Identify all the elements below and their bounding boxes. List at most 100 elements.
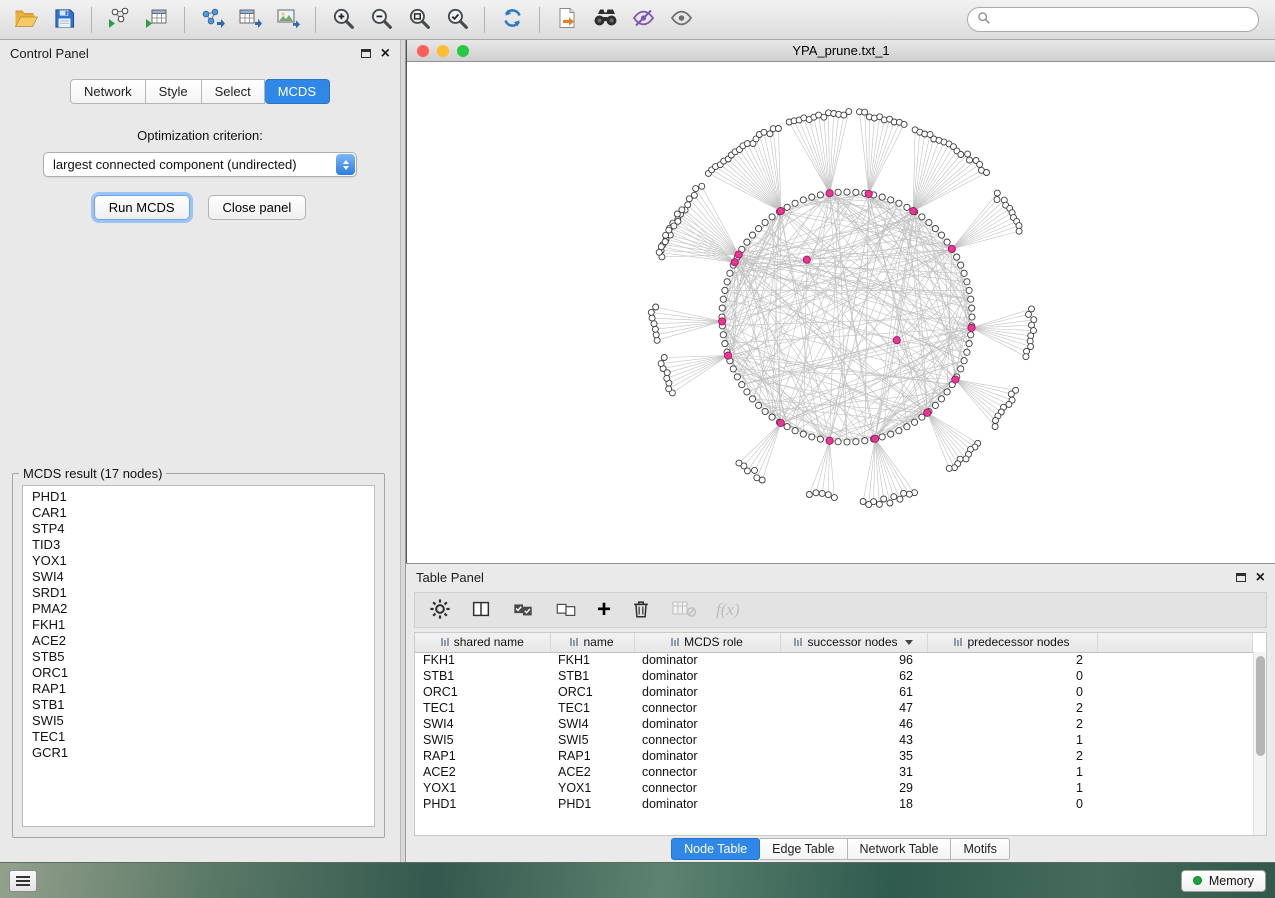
- network-node[interactable]: [904, 204, 910, 210]
- network-node[interactable]: [888, 431, 894, 437]
- network-node[interactable]: [727, 270, 733, 276]
- first-neighbors-button[interactable]: [587, 4, 623, 36]
- network-node[interactable]: [904, 424, 910, 430]
- search-box[interactable]: [967, 7, 1259, 32]
- scrollbar-thumb[interactable]: [1256, 656, 1265, 756]
- network-node[interactable]: [654, 337, 660, 343]
- network-node[interactable]: [749, 232, 755, 238]
- dominator-node[interactable]: [826, 437, 833, 444]
- network-node[interactable]: [860, 499, 866, 505]
- dominator-node[interactable]: [952, 376, 959, 383]
- column-menu-icon[interactable]: [954, 638, 962, 646]
- network-node[interactable]: [744, 239, 750, 245]
- network-node[interactable]: [964, 349, 970, 355]
- network-node[interactable]: [784, 424, 790, 430]
- network-node[interactable]: [661, 355, 667, 361]
- tab-motifs[interactable]: Motifs: [951, 838, 1009, 860]
- table-row[interactable]: STB1STB1dominator620: [415, 668, 1253, 684]
- table-row[interactable]: PHD1PHD1dominator180: [415, 796, 1253, 812]
- mcds-result-item[interactable]: STB5: [32, 649, 374, 665]
- cell-name[interactable]: YOX1: [550, 780, 634, 796]
- network-node[interactable]: [652, 326, 658, 332]
- cell-predecessors[interactable]: 1: [927, 780, 1097, 796]
- network-node[interactable]: [862, 109, 868, 115]
- cell-successors[interactable]: 43: [780, 732, 927, 748]
- cell-shared_name[interactable]: ACE2: [415, 764, 550, 780]
- network-node[interactable]: [966, 287, 972, 293]
- network-node[interactable]: [1026, 311, 1032, 317]
- network-node[interactable]: [825, 492, 831, 498]
- cell-predecessors[interactable]: 0: [927, 668, 1097, 684]
- export-image-button[interactable]: [270, 4, 306, 36]
- network-node[interactable]: [762, 219, 768, 225]
- window-minimize-icon[interactable]: [437, 45, 449, 57]
- cell-successors[interactable]: 96: [780, 652, 927, 668]
- network-node[interactable]: [800, 197, 806, 203]
- dominator-node[interactable]: [924, 409, 931, 416]
- network-node[interactable]: [1023, 354, 1029, 360]
- network-node[interactable]: [720, 296, 726, 302]
- mcds-result-item[interactable]: TEC1: [32, 729, 374, 745]
- column-header[interactable]: predecessor nodes: [927, 633, 1097, 652]
- network-node[interactable]: [844, 439, 850, 445]
- column-menu-icon[interactable]: [794, 638, 802, 646]
- tab-edge-table[interactable]: Edge Table: [760, 838, 847, 860]
- mcds-result-item[interactable]: STB1: [32, 697, 374, 713]
- network-node[interactable]: [775, 126, 781, 132]
- add-column-button[interactable]: +: [597, 600, 611, 620]
- network-node[interactable]: [769, 414, 775, 420]
- network-node[interactable]: [817, 192, 823, 198]
- dominator-node[interactable]: [865, 190, 872, 197]
- network-node[interactable]: [693, 186, 699, 192]
- column-header[interactable]: successor nodes: [780, 633, 927, 652]
- cell-name[interactable]: TEC1: [550, 700, 634, 716]
- network-node[interactable]: [926, 219, 932, 225]
- cell-predecessors[interactable]: 0: [927, 684, 1097, 700]
- delete-column-button[interactable]: [630, 597, 652, 623]
- network-node[interactable]: [853, 189, 859, 195]
- cell-successors[interactable]: 31: [780, 764, 927, 780]
- network-node[interactable]: [994, 190, 1000, 196]
- network-node[interactable]: [648, 309, 654, 315]
- network-node[interactable]: [906, 491, 912, 497]
- network-node[interactable]: [901, 490, 907, 496]
- column-menu-icon[interactable]: [441, 638, 449, 646]
- cell-role[interactable]: connector: [634, 700, 780, 716]
- cell-name[interactable]: SWI5: [550, 732, 634, 748]
- network-node[interactable]: [649, 315, 655, 321]
- cell-shared_name[interactable]: SWI4: [415, 716, 550, 732]
- network-node[interactable]: [984, 170, 990, 176]
- mcds-result-item[interactable]: PMA2: [32, 601, 374, 617]
- zoom-fit-button[interactable]: [401, 4, 437, 36]
- tab-network-table[interactable]: Network Table: [848, 838, 952, 860]
- dominator-node[interactable]: [777, 419, 784, 426]
- import-network-button[interactable]: [101, 4, 137, 36]
- hide-selected-button[interactable]: [625, 4, 661, 36]
- network-node[interactable]: [958, 152, 964, 158]
- network-node[interactable]: [784, 204, 790, 210]
- cell-successors[interactable]: 47: [780, 700, 927, 716]
- network-node[interactable]: [846, 109, 852, 115]
- cell-shared_name[interactable]: SWI5: [415, 732, 550, 748]
- network-node[interactable]: [835, 439, 841, 445]
- cell-predecessors[interactable]: 1: [927, 764, 1097, 780]
- network-node[interactable]: [722, 287, 728, 293]
- close-panel-icon[interactable]: ×: [1256, 572, 1265, 584]
- network-node[interactable]: [946, 465, 952, 471]
- network-node[interactable]: [919, 214, 925, 220]
- network-node[interactable]: [879, 434, 885, 440]
- dominator-node[interactable]: [948, 245, 955, 252]
- network-node[interactable]: [866, 502, 872, 508]
- tab-select[interactable]: Select: [202, 79, 265, 104]
- import-table-button[interactable]: [139, 4, 175, 36]
- network-node[interactable]: [993, 418, 999, 424]
- table-row[interactable]: YOX1YOX1connector291: [415, 780, 1253, 796]
- cell-role[interactable]: connector: [634, 780, 780, 796]
- cell-role[interactable]: dominator: [634, 668, 780, 684]
- cell-name[interactable]: ACE2: [550, 764, 634, 780]
- export-table-button[interactable]: [232, 4, 268, 36]
- column-menu-icon[interactable]: [570, 638, 578, 646]
- network-node[interactable]: [992, 424, 998, 430]
- network-node[interactable]: [977, 161, 983, 167]
- network-node[interactable]: [888, 197, 894, 203]
